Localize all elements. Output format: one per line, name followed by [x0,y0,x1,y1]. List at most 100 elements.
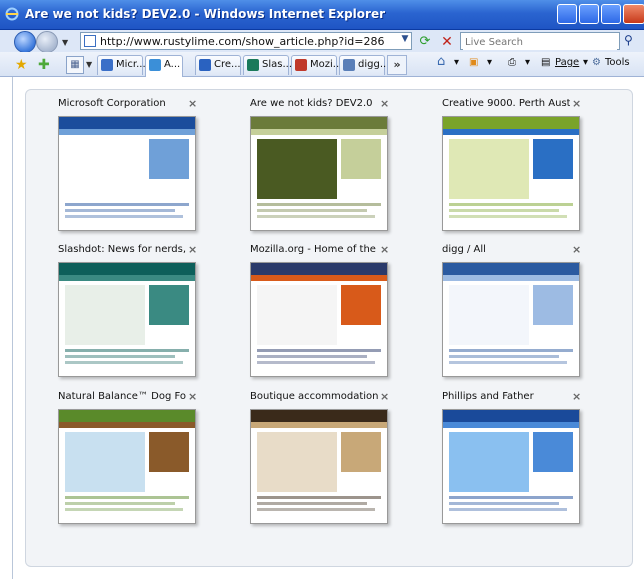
page-menu-icon: ▤ [541,57,551,68]
thumbnail-text [257,349,381,352]
feeds-icon[interactable]: ▣ [469,57,478,68]
thumbnail-header [59,263,195,275]
quick-tab-thumbnail[interactable] [58,262,196,377]
tab-favicon-icon [343,59,355,71]
thumbnail-text [65,209,175,212]
home-icon[interactable]: ⌂ [437,54,445,69]
quick-tab-thumbnail[interactable] [58,409,196,524]
page-dropdown-icon[interactable]: ▾ [583,57,588,68]
quick-tabs-view: Microsoft Corporation × Are we not kids? D… [12,77,644,579]
thumbnail-body [257,139,337,199]
thumbnail-body [449,139,529,199]
tab-slashdot[interactable]: Slas... [243,55,292,75]
quick-tab-title[interactable]: Phillips and Father [442,391,570,402]
quick-tab-title[interactable]: Are we not kids? DEV2.0 [250,98,378,109]
tab-label: A... [164,59,181,70]
window-title: Are we not kids? DEV2.0 - Windows Intern… [25,7,386,21]
refresh-icon[interactable]: ⟳ [416,33,434,51]
thumbnail-header [59,117,195,129]
quick-tab-close-icon[interactable]: × [380,243,389,256]
thumbnail-text [257,496,381,499]
add-favorites-icon[interactable]: ✚ [38,57,50,73]
thumbnail-text [65,496,189,499]
thumbnail-image [149,139,189,179]
tab-list-dropdown-icon[interactable]: ▼ [86,60,92,69]
address-url[interactable]: http://www.rustylime.com/show_article.ph… [100,35,384,48]
thumbnail-nav [443,422,579,428]
quick-tab-close-icon[interactable]: × [572,243,581,256]
thumbnail-header [443,117,579,129]
quick-tab-title[interactable]: Microsoft Corporation [58,98,186,109]
quick-tabs-panel: Microsoft Corporation × Are we not kids? D… [25,89,633,567]
minimize-button[interactable] [557,4,577,24]
thumbnail-nav [443,275,579,281]
thumbnail-image [533,285,573,325]
thumbnail-text [65,361,183,364]
quick-tab-thumbnail[interactable] [442,262,580,377]
quick-tab-thumbnail[interactable] [250,116,388,231]
thumbnail-image [533,432,573,472]
quick-tab-thumbnail[interactable] [442,409,580,524]
tab-label: Micr... [116,59,146,70]
maximize-button[interactable] [579,4,599,24]
thumbnail-body [449,285,529,345]
address-dropdown-icon[interactable]: ▼ [398,34,412,50]
thumbnail-body [257,285,337,345]
quick-tab-title[interactable]: digg / All [442,244,570,255]
quick-tab-title[interactable]: Mozilla.org - Home of the Moz... [250,244,378,255]
tab-creative-9000[interactable]: Cre... [195,55,241,75]
restore-button[interactable] [601,4,621,24]
tab-mozilla[interactable]: Mozi... [291,55,342,75]
thumbnail-nav [251,275,387,281]
thumbnail-text [449,502,559,505]
tab-microsoft[interactable]: Micr... [97,55,146,75]
quick-tabs-icon[interactable]: ▦ [66,56,84,74]
print-icon[interactable]: ⎙ [508,57,516,68]
thumbnail-nav [251,129,387,135]
thumbnail-image [533,139,573,179]
quick-tab-close-icon[interactable]: × [380,390,389,403]
stop-icon[interactable]: ✕ [438,33,456,51]
page-icon [84,35,96,47]
thumbnail-nav [59,275,195,281]
thumbnail-image [341,285,381,325]
quick-tab-close-icon[interactable]: × [572,97,581,110]
search-box[interactable] [460,32,620,50]
quick-tab-close-icon[interactable]: × [572,390,581,403]
quick-tab-thumbnail[interactable] [250,409,388,524]
quick-tab-thumbnail[interactable] [250,262,388,377]
tools-menu[interactable]: Tools [605,57,630,68]
tab-are-we-not-kids[interactable]: A... [145,55,183,77]
search-input[interactable] [463,34,617,50]
tab-favicon-icon [149,59,161,71]
quick-tab-title[interactable]: Creative 9000. Perth Australi... [442,98,570,109]
print-dropdown-icon[interactable]: ▾ [525,57,530,68]
quick-tab-thumbnail[interactable] [58,116,196,231]
quick-tab-thumbnail[interactable] [442,116,580,231]
page-menu[interactable]: Page [555,57,579,68]
thumbnail-text [257,203,381,206]
address-field[interactable]: http://www.rustylime.com/show_article.ph… [80,32,412,50]
quick-tab-close-icon[interactable]: × [188,390,197,403]
close-button[interactable] [623,4,644,24]
thumbnail-text [65,203,189,206]
quick-tab-title[interactable]: Slashdot: News for nerds, stu... [58,244,186,255]
feeds-dropdown-icon[interactable]: ▾ [487,57,492,68]
thumbnail-text [257,215,375,218]
thumbnail-text [65,355,175,358]
search-icon[interactable]: ⚲ [624,33,633,47]
quick-tab-title[interactable]: Natural Balance™ Dog Food ... [58,391,186,402]
recent-pages-dropdown-icon[interactable]: ▼ [62,38,68,47]
forward-button[interactable] [36,31,58,53]
more-tabs-button[interactable]: » [387,55,407,75]
quick-tab-close-icon[interactable]: × [188,243,197,256]
thumbnail-header [443,410,579,422]
quick-tab-close-icon[interactable]: × [380,97,389,110]
quick-tab-close-icon[interactable]: × [188,97,197,110]
back-button[interactable] [14,31,36,53]
thumbnail-text [449,508,567,511]
home-dropdown-icon[interactable]: ▾ [454,57,459,68]
favorites-center-icon[interactable]: ★ [15,57,28,73]
quick-tab-title[interactable]: Boutique accommodation in S... [250,391,378,402]
tab-digg[interactable]: digg... [339,55,389,75]
